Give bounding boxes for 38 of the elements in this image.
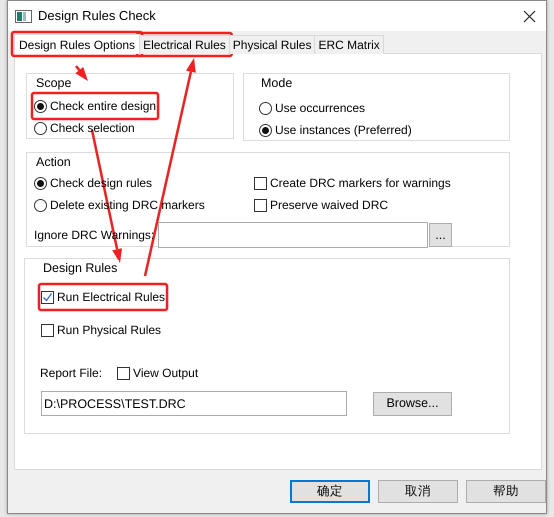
close-icon[interactable] — [523, 10, 536, 22]
browse-button[interactable]: Browse... — [373, 392, 452, 416]
tab[interactable]: Electrical Rules — [139, 35, 230, 54]
field-label: Report File: — [40, 365, 102, 382]
window-title: Design Rules Check — [38, 7, 157, 26]
checkbox[interactable] — [41, 324, 54, 336]
app-icon — [15, 8, 32, 24]
radio-label[interactable]: Use instances (Preferred) — [275, 121, 412, 139]
radio-button[interactable] — [259, 102, 272, 114]
radio-button[interactable] — [34, 198, 47, 212]
browse-button[interactable]: ... — [429, 223, 452, 247]
radio-button[interactable] — [259, 124, 272, 136]
checkbox-label[interactable]: Run Physical Rules — [57, 321, 162, 339]
checkbox[interactable] — [254, 176, 267, 190]
checkbox-label[interactable]: Run Electrical Rules — [57, 288, 166, 306]
checkbox-label[interactable]: View Output — [133, 364, 198, 382]
radio-button[interactable] — [34, 122, 47, 134]
dialog-button[interactable]: 帮助 — [466, 480, 546, 503]
radio-button[interactable] — [34, 176, 47, 190]
dialog-button[interactable]: 确定 — [290, 480, 370, 503]
tab[interactable]: Design Rules Options — [14, 34, 140, 54]
radio-label[interactable]: Use occurrences — [275, 99, 366, 117]
path-field[interactable]: D:\PROCESS\TEST.DRC — [41, 391, 347, 416]
checkbox[interactable] — [117, 366, 130, 380]
checkbox-label[interactable]: Preserve waived DRC — [270, 196, 388, 214]
radio-label[interactable]: Check entire design — [50, 97, 156, 115]
dialog-button[interactable]: 取消 — [378, 480, 458, 503]
annotation-arrow — [75, 65, 88, 81]
radio-label[interactable]: Check selection — [50, 119, 135, 137]
group-title: Scope — [34, 75, 74, 91]
tab[interactable]: ERC Matrix — [314, 35, 384, 54]
checkbox[interactable] — [254, 198, 267, 212]
checkbox-label[interactable]: Create DRC markers for warnings — [270, 174, 451, 192]
input-field[interactable] — [158, 222, 428, 248]
group-title: Design Rules — [41, 260, 120, 276]
tab[interactable]: Physical Rules — [228, 35, 316, 54]
radio-button[interactable] — [34, 100, 47, 112]
checkbox[interactable] — [41, 290, 54, 304]
